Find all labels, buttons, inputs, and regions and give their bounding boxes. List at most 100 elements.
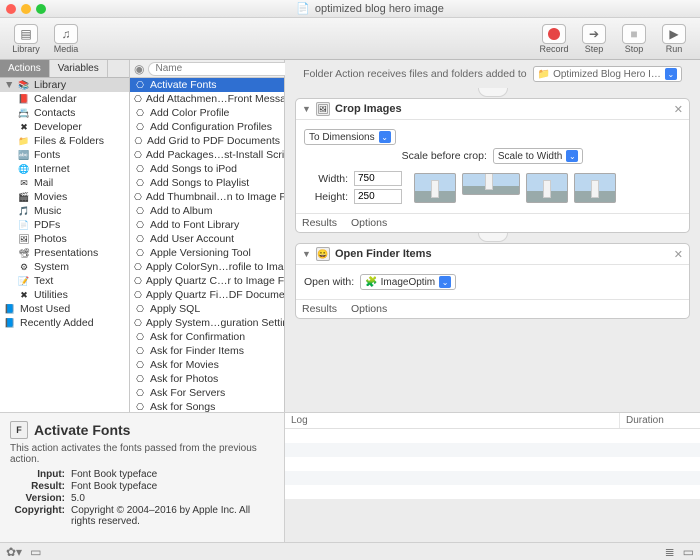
action-list-item[interactable]: ⎔Add to Font Library	[130, 218, 284, 232]
options-tab[interactable]: Options	[351, 217, 387, 229]
log-col-log[interactable]: Log	[285, 413, 620, 428]
library-item[interactable]: 🔤Fonts	[0, 148, 129, 162]
library-item[interactable]: 📕Calendar	[0, 92, 129, 106]
category-icon: 🎬	[18, 192, 30, 202]
library-item[interactable]: 📽Presentations	[0, 246, 129, 260]
action-list-item[interactable]: ⎔Ask For Servers	[130, 386, 284, 400]
crop-mode-popup[interactable]: To Dimensions ⌄	[304, 129, 396, 145]
action-list-item[interactable]: ⎔Add Attachmen…Front Message	[130, 92, 284, 106]
library-item-label: Movies	[34, 191, 67, 203]
library-item[interactable]: 📇Contacts	[0, 106, 129, 120]
disclosure-triangle-icon[interactable]: ▼	[4, 79, 14, 91]
action-list-item[interactable]: ⎔Ask for Confirmation	[130, 330, 284, 344]
search-input[interactable]	[148, 62, 294, 76]
stop-label: Stop	[625, 44, 644, 54]
gear-menu-button[interactable]: ✿▾	[6, 545, 22, 559]
library-item[interactable]: 📝Text	[0, 274, 129, 288]
action-list-item[interactable]: ⎔Add Packages…st-Install Scripts	[130, 148, 284, 162]
action-list-item[interactable]: ⎔Apply ColorSyn…rofile to Images	[130, 260, 284, 274]
library-item[interactable]: 🎵Music	[0, 204, 129, 218]
open-with-popup[interactable]: 🧩 ImageOptim ⌄	[360, 274, 456, 290]
library-root[interactable]: ▼ 📚 Library	[0, 78, 129, 92]
action-info-panel: F Activate Fonts This action activates t…	[0, 413, 285, 542]
library-item[interactable]: 📁Files & Folders	[0, 134, 129, 148]
log-col-duration[interactable]: Duration	[620, 413, 700, 428]
width-field[interactable]	[354, 171, 402, 186]
record-toolbar-button[interactable]: Record	[534, 24, 574, 54]
action-list-item[interactable]: ⎔Add Configuration Profiles	[130, 120, 284, 134]
library-item[interactable]: 🌐Internet	[0, 162, 129, 176]
library-item[interactable]: 🎬 Movies	[0, 190, 129, 204]
library-item[interactable]: ✉Mail	[0, 176, 129, 190]
results-tab[interactable]: Results	[302, 303, 337, 315]
action-list-item[interactable]: ⎔Add Thumbnail…n to Image Files	[130, 190, 284, 204]
action-list-item[interactable]: ⎔Ask for Finder Items	[130, 344, 284, 358]
smart-folder-icon: 📘	[4, 304, 16, 314]
action-open-finder-items[interactable]: ▼ 😀 Open Finder Items ✕ Open with: 🧩 Ima…	[295, 243, 690, 319]
category-icon: 🔤	[18, 150, 30, 160]
library-item[interactable]: ✖Developer	[0, 120, 129, 134]
library-item[interactable]: 📄PDFs	[0, 218, 129, 232]
run-label: Run	[666, 44, 683, 54]
action-icon: ⎔	[134, 332, 146, 342]
action-list-item[interactable]: ⎔Activate Fonts	[130, 78, 284, 92]
disclosure-triangle-icon[interactable]: ▼	[302, 104, 311, 114]
library-item-label: Developer	[34, 121, 82, 133]
library-item[interactable]: 🖼Photos	[0, 232, 129, 246]
action-list-item[interactable]: ⎔Add Color Profile	[130, 106, 284, 120]
action-list-item[interactable]: ⎔Add Songs to Playlist	[130, 176, 284, 190]
category-icon: 🎵	[18, 206, 30, 216]
step-icon: ➔	[582, 24, 606, 44]
options-tab[interactable]: Options	[351, 303, 387, 315]
action-list-item[interactable]: ⎔Add Songs to iPod	[130, 162, 284, 176]
open-with-label: Open with:	[304, 276, 354, 288]
record-label: Record	[539, 44, 568, 54]
action-list-item[interactable]: ⎔Apply SQL	[130, 302, 284, 316]
zoom-window-button[interactable]	[36, 4, 46, 14]
disclosure-triangle-icon[interactable]: ▼	[302, 249, 311, 259]
view-mode-flow-button[interactable]: ▭	[683, 545, 694, 559]
info-copyright-key: Copyright:	[10, 505, 65, 527]
run-icon: ▶	[662, 24, 686, 44]
library-smart-item[interactable]: 📘Most Used	[0, 302, 129, 316]
stop-toolbar-button[interactable]: ■ Stop	[614, 24, 654, 54]
minimize-window-button[interactable]	[21, 4, 31, 14]
scale-before-crop-popup[interactable]: Scale to Width ⌄	[493, 148, 583, 164]
info-result-key: Result:	[10, 481, 65, 492]
category-icon: 📄	[18, 220, 30, 230]
action-list-item[interactable]: ⎔Apply System…guration Settings	[130, 316, 284, 330]
remove-action-button[interactable]: ✕	[674, 248, 683, 261]
action-list-label: Add Thumbnail…n to Image Files	[146, 191, 284, 203]
height-field[interactable]	[354, 189, 402, 204]
search-scope-icon[interactable]: ◉	[134, 62, 144, 76]
crop-preview-thumbnails	[414, 173, 616, 203]
action-list-item[interactable]: ⎔Ask for Photos	[130, 372, 284, 386]
run-toolbar-button[interactable]: ▶ Run	[654, 24, 694, 54]
tab-actions[interactable]: Actions	[0, 60, 50, 77]
action-crop-images[interactable]: ▼ 🖼 Crop Images ✕ To Dimensions ⌄	[295, 98, 690, 233]
action-list-item[interactable]: ⎔Apple Versioning Tool	[130, 246, 284, 260]
receive-folder-popup[interactable]: 📁 Optimized Blog Hero I… ⌄	[533, 66, 682, 82]
view-mode-list-button[interactable]: ≣	[665, 545, 675, 559]
close-window-button[interactable]	[6, 4, 16, 14]
library-toolbar-button[interactable]: ▤ Library	[6, 24, 46, 54]
action-list-item[interactable]: ⎔Apply Quartz Fi…DF Documents	[130, 288, 284, 302]
action-list-item[interactable]: ⎔Add to Album	[130, 204, 284, 218]
action-list-item[interactable]: ⎔Apply Quartz C…r to Image Files	[130, 274, 284, 288]
step-toolbar-button[interactable]: ➔ Step	[574, 24, 614, 54]
action-list-label: Ask for Movies	[150, 359, 219, 371]
action-list-item[interactable]: ⎔Add Grid to PDF Documents	[130, 134, 284, 148]
action-list-item[interactable]: ⎔Ask for Movies	[130, 358, 284, 372]
library-item[interactable]: ⚙System	[0, 260, 129, 274]
tab-variables[interactable]: Variables	[50, 60, 108, 77]
action-list-item[interactable]: ⎔Add User Account	[130, 232, 284, 246]
log-rows[interactable]	[285, 429, 700, 499]
remove-action-button[interactable]: ✕	[674, 103, 683, 116]
library-smart-item[interactable]: 📘Recently Added	[0, 316, 129, 330]
library-item[interactable]: ✖Utilities	[0, 288, 129, 302]
connector	[295, 233, 690, 243]
toggle-info-button[interactable]: ▭	[30, 545, 41, 559]
results-tab[interactable]: Results	[302, 217, 337, 229]
info-result-val: Font Book typeface	[71, 481, 157, 492]
media-toolbar-button[interactable]: ♫ Media	[46, 24, 86, 54]
